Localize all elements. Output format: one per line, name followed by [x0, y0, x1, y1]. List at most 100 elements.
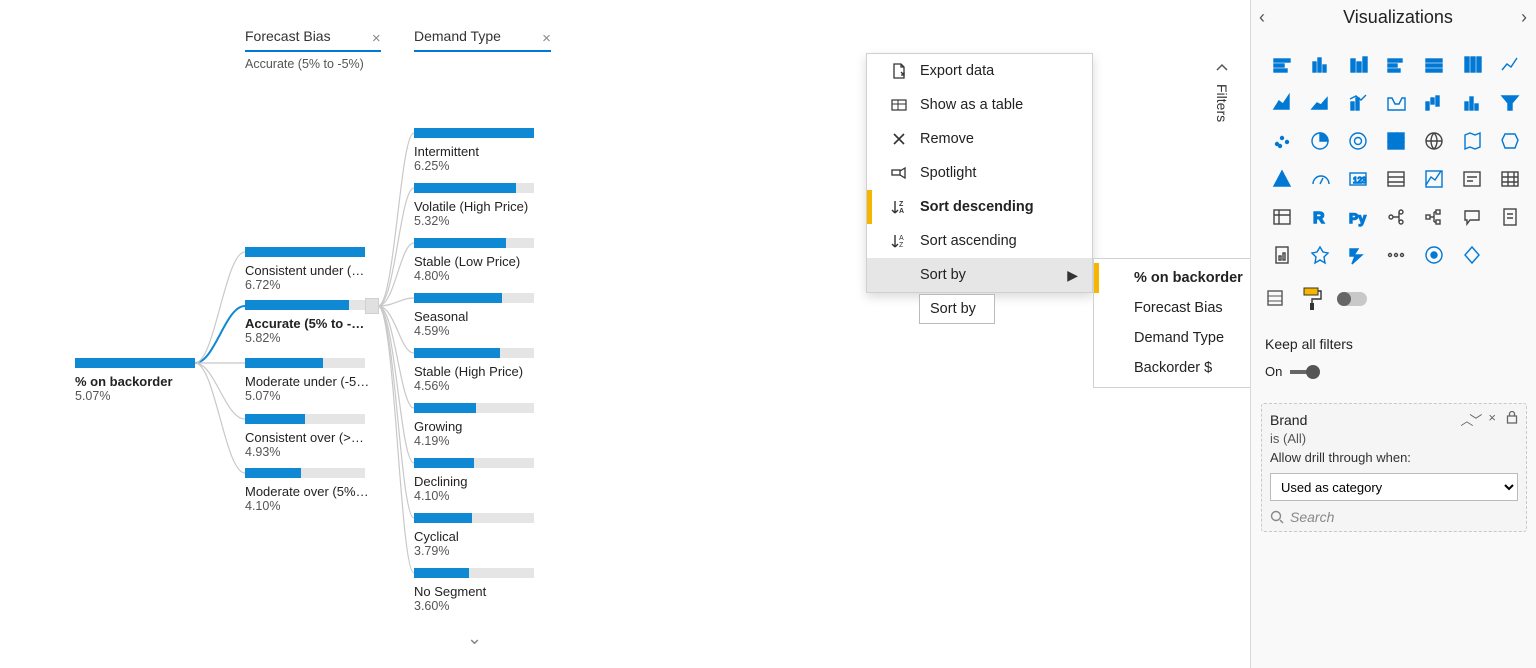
python-visual-icon[interactable]: Py — [1341, 200, 1375, 234]
menu-item-sort-by[interactable]: Sort by ▶ — [867, 258, 1092, 292]
tree-node[interactable]: Stable (Low Price)4.80% — [414, 238, 534, 283]
tree-node[interactable]: Seasonal4.59% — [414, 293, 534, 338]
menu-item-label: Sort by — [920, 267, 966, 283]
clustered-bar-icon[interactable] — [1379, 48, 1413, 82]
chevron-right-icon: ▶ — [1067, 267, 1078, 284]
close-icon[interactable]: × — [542, 30, 551, 47]
decomposition-tree-icon[interactable] — [1417, 200, 1451, 234]
node-label: Accurate (5% to -5%) — [245, 316, 370, 331]
slicer-icon[interactable] — [1455, 162, 1489, 196]
svg-text:R: R — [1313, 210, 1325, 227]
chevron-up-down-icon[interactable]: ︿﹀ — [1460, 410, 1478, 429]
map-icon[interactable] — [1417, 124, 1451, 158]
tree-node[interactable]: Cyclical3.79% — [414, 513, 534, 558]
node-label: Consistent over (>20%) — [245, 430, 370, 445]
waterfall-icon[interactable] — [1417, 86, 1451, 120]
node-value: 5.07% — [245, 389, 370, 403]
filled-map-icon[interactable] — [1455, 124, 1489, 158]
tree-node[interactable]: Accurate (5% to -5%)5.82% — [245, 300, 370, 345]
column-100-icon[interactable] — [1455, 48, 1489, 82]
donut-icon[interactable] — [1341, 124, 1375, 158]
node-label: Volatile (High Price) — [414, 199, 534, 214]
treemap-icon[interactable] — [1379, 124, 1413, 158]
menu-item-spotlight[interactable]: Spotlight — [867, 156, 1092, 190]
node-label: Consistent under (<-2... — [245, 263, 370, 278]
report-icon[interactable] — [1265, 238, 1299, 272]
column-chart-icon[interactable] — [1455, 86, 1489, 120]
line-chart-icon[interactable] — [1493, 48, 1527, 82]
close-icon[interactable]: × — [372, 30, 381, 47]
tree-node[interactable]: No Segment3.60% — [414, 568, 534, 613]
lock-icon[interactable] — [1506, 410, 1518, 429]
chevron-down-icon[interactable]: ⌄ — [467, 628, 482, 649]
area-chart-icon[interactable] — [1265, 86, 1299, 120]
menu-item-show-table[interactable]: Show as a table — [867, 88, 1092, 122]
table-icon[interactable] — [1493, 162, 1527, 196]
tree-node[interactable]: Moderate under (-5% ...5.07% — [245, 358, 370, 403]
tree-root-node[interactable]: % on backorder 5.07% — [75, 358, 195, 403]
field-card-value: is (All) — [1270, 431, 1518, 446]
stacked-bar-icon[interactable] — [1265, 48, 1299, 82]
more-visuals-icon[interactable] — [1379, 238, 1413, 272]
clustered-column-icon[interactable] — [1303, 48, 1337, 82]
scatter-icon[interactable] — [1265, 124, 1299, 158]
menu-item-sort-ascending[interactable]: AZ Sort ascending — [867, 224, 1092, 258]
toggle-on-label: On — [1265, 364, 1282, 379]
ribbon-chart-icon[interactable] — [1379, 86, 1413, 120]
stacked-area-icon[interactable] — [1303, 86, 1337, 120]
line-column-icon[interactable] — [1341, 86, 1375, 120]
tree-node[interactable]: Declining4.10% — [414, 458, 534, 503]
svg-text:A: A — [899, 235, 904, 242]
menu-item-label: Spotlight — [920, 165, 976, 181]
shape-map-icon[interactable] — [1493, 124, 1527, 158]
pie-icon[interactable] — [1303, 124, 1337, 158]
custom1-icon[interactable] — [1303, 238, 1337, 272]
search-placeholder: Search — [1290, 509, 1334, 525]
arcgis-icon[interactable] — [1417, 238, 1451, 272]
gauge-icon[interactable] — [1303, 162, 1337, 196]
column-header-forecast-bias[interactable]: Forecast Bias × — [245, 28, 381, 52]
close-icon[interactable]: × — [1488, 410, 1496, 429]
tree-node[interactable]: Moderate over (5% to ...4.10% — [245, 468, 370, 513]
power-automate-icon[interactable] — [1341, 238, 1375, 272]
fields-icon[interactable] — [1265, 288, 1287, 310]
stacked-bar-100-icon[interactable] — [1417, 48, 1451, 82]
menu-item-export-data[interactable]: Export data — [867, 54, 1092, 88]
tree-node[interactable]: Consistent over (>20%)4.93% — [245, 414, 370, 459]
menu-item-label: Sort descending — [920, 199, 1034, 215]
funnel-icon[interactable] — [1493, 86, 1527, 120]
power-apps-icon[interactable] — [1455, 238, 1489, 272]
tree-node[interactable]: Growing4.19% — [414, 403, 534, 448]
used-as-select[interactable]: Used as category — [1270, 473, 1518, 501]
tree-node[interactable]: Stable (High Price)4.56% — [414, 348, 534, 393]
kpi-icon[interactable] — [1417, 162, 1451, 196]
azure-map-icon[interactable] — [1265, 162, 1299, 196]
paint-roller-icon[interactable] — [1301, 286, 1323, 312]
menu-item-remove[interactable]: Remove — [867, 122, 1092, 156]
r-visual-icon[interactable]: R — [1303, 200, 1337, 234]
multirow-card-icon[interactable] — [1379, 162, 1413, 196]
chevron-left-icon[interactable]: ‹ — [1253, 7, 1271, 28]
tree-node[interactable]: Volatile (High Price)5.32% — [414, 183, 534, 228]
tree-node[interactable]: Consistent under (<-2...6.72% — [245, 247, 370, 292]
stacked-column-icon[interactable] — [1341, 48, 1375, 82]
node-value: 6.72% — [245, 278, 370, 292]
chevron-right-icon[interactable]: › — [1515, 7, 1533, 28]
column-header-demand-type[interactable]: Demand Type × — [414, 28, 551, 52]
node-value: 3.60% — [414, 599, 534, 613]
menu-item-sort-descending[interactable]: ZA Sort descending — [867, 190, 1092, 224]
key-influencers-icon[interactable] — [1379, 200, 1413, 234]
keep-all-filters-label: Keep all filters — [1265, 336, 1523, 352]
filters-tab-collapsed[interactable]: Filters — [1214, 60, 1230, 122]
tree-node[interactable]: Intermittent6.25% — [414, 128, 534, 173]
format-toggle[interactable] — [1337, 292, 1367, 306]
paginated-icon[interactable] — [1493, 200, 1527, 234]
matrix-icon[interactable] — [1265, 200, 1299, 234]
search-field[interactable]: Search — [1270, 509, 1518, 525]
qa-visual-icon[interactable] — [1455, 200, 1489, 234]
keep-all-filters-toggle[interactable]: On — [1265, 364, 1523, 379]
expand-handle[interactable] — [365, 298, 379, 314]
card-icon[interactable]: 123 — [1341, 162, 1375, 196]
field-card-title: Brand — [1270, 412, 1307, 428]
search-icon — [1270, 510, 1284, 524]
